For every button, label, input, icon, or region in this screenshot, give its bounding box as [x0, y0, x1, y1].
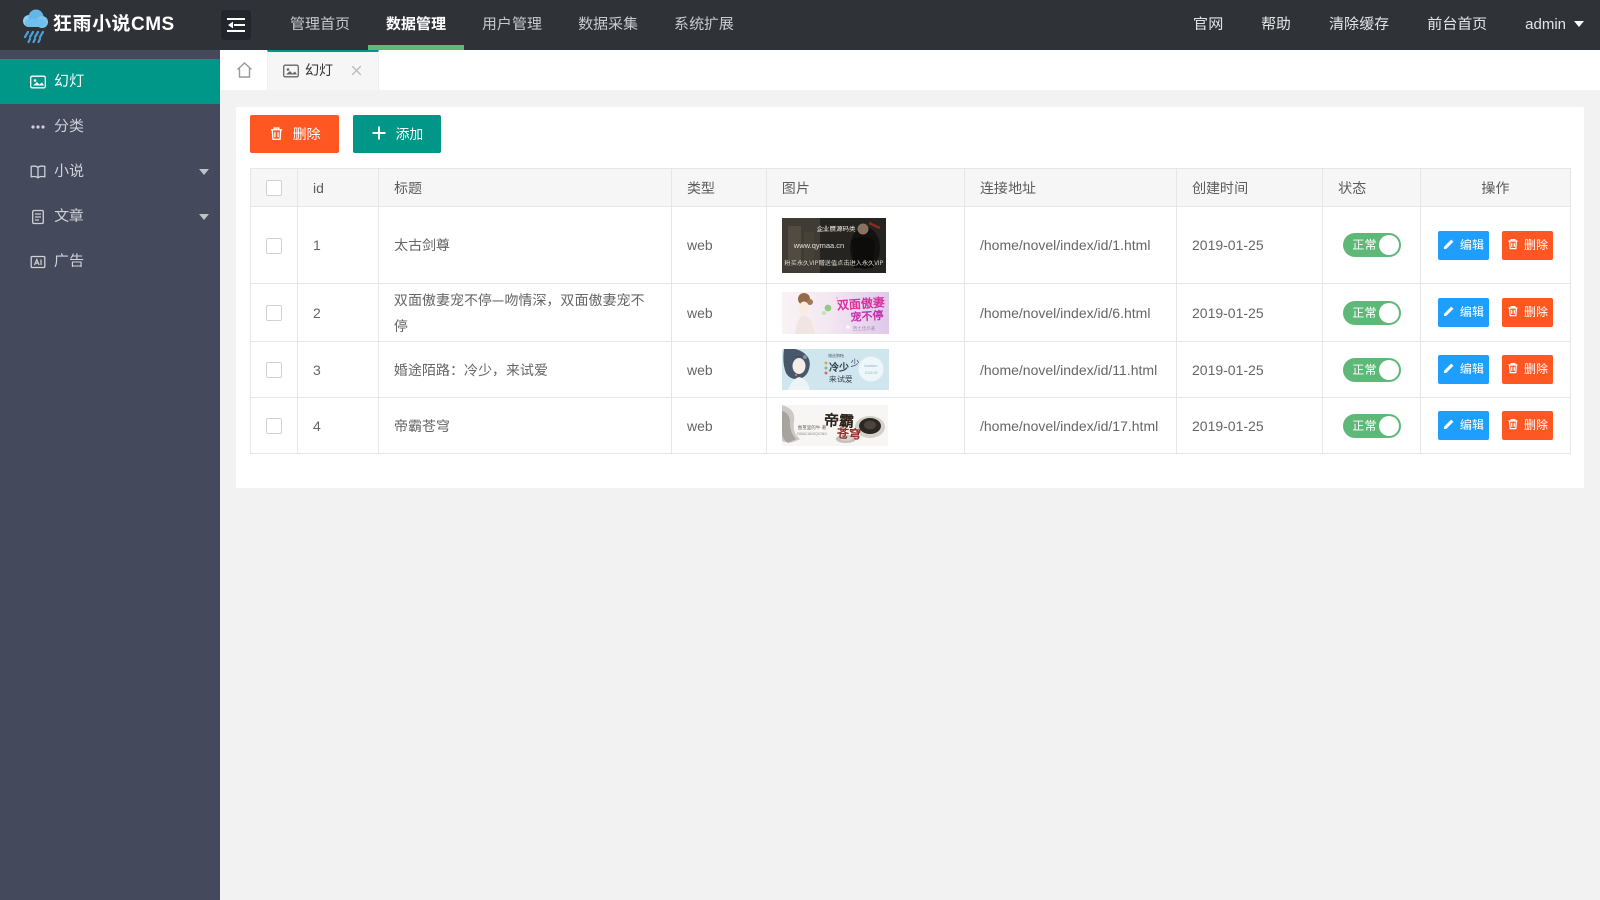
- svg-text:西土佳の著: 西土佳の著: [853, 325, 876, 332]
- svg-text:冷少: 冷少: [829, 359, 849, 374]
- svg-text:DIBACANGQIONG: DIBACANGQIONG: [797, 432, 827, 436]
- svg-text:少: 少: [850, 356, 859, 369]
- svg-text:苍穹: 苍穹: [836, 424, 862, 442]
- svg-text:www.qymaa.cn: www.qymaa.cn: [793, 241, 844, 250]
- svg-text:宠不停: 宠不停: [850, 306, 884, 324]
- svg-text:企业赝源码类: 企业赝源码类: [817, 223, 857, 233]
- svg-text:kanshu: kanshu: [865, 363, 878, 368]
- svg-text:来试爱: 来试爱: [829, 374, 853, 385]
- svg-text:粉买永久VIP赠送值点击进入永久VIP: 粉买永久VIP赠送值点击进入永久VIP: [784, 258, 883, 267]
- svg-text:2018.08: 2018.08: [865, 371, 878, 375]
- svg-text:蚕茧里的牛·著: 蚕茧里的牛·著: [798, 424, 827, 431]
- svg-text:婚途陌路: 婚途陌路: [827, 353, 844, 359]
